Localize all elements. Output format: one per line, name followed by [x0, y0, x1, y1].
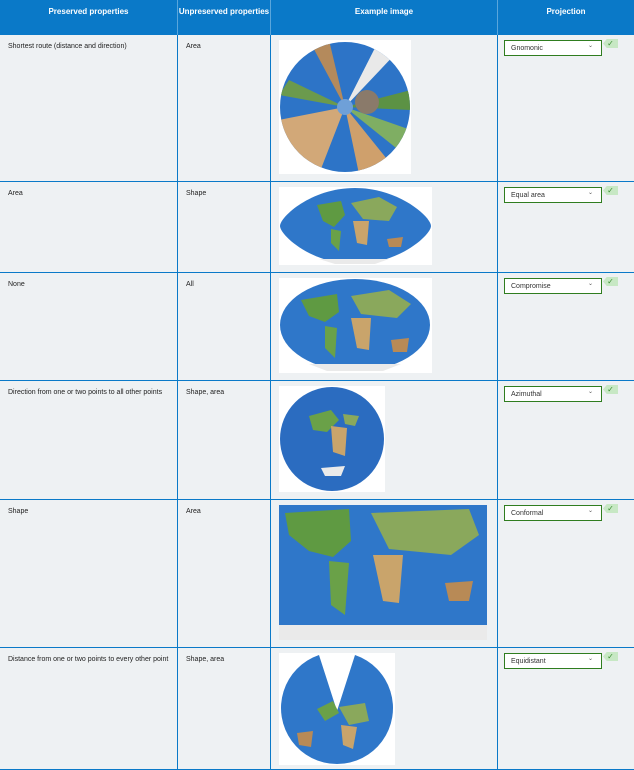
projection-select-value: Conformal	[511, 510, 544, 517]
compromise-map-image	[279, 278, 432, 373]
projection-select-value: Equal area	[511, 192, 545, 199]
chevron-down-icon: ⌄	[587, 508, 593, 514]
cell-example-image	[270, 35, 497, 182]
cell-projection: Compromise ⌄ ✓	[497, 273, 634, 381]
header-preserved: Preserved properties	[0, 0, 177, 35]
cell-preserved: Shortest route (distance and direction)	[0, 35, 177, 182]
projection-select-value: Compromise	[511, 283, 551, 290]
check-icon: ✓	[603, 277, 618, 286]
equidistant-map-image	[279, 653, 395, 765]
cell-unpreserved: Area	[177, 500, 270, 648]
cell-unpreserved: Shape	[177, 182, 270, 273]
cell-preserved: Area	[0, 182, 177, 273]
cell-example-image	[270, 381, 497, 500]
header-projection: Projection	[497, 0, 634, 35]
chevron-down-icon: ⌄	[587, 281, 593, 287]
cell-unpreserved: Shape, area	[177, 381, 270, 500]
cell-preserved: None	[0, 273, 177, 381]
projection-select-value: Equidistant	[511, 658, 546, 665]
check-icon: ✓	[603, 652, 618, 661]
projection-select-value: Gnomonic	[511, 45, 543, 52]
cell-preserved: Direction from one or two points to all …	[0, 381, 177, 500]
cell-projection: Conformal ⌄ ✓	[497, 500, 634, 648]
azimuthal-map-image	[279, 386, 385, 492]
cell-projection: Equal area ⌄ ✓	[497, 182, 634, 273]
check-icon: ✓	[603, 186, 618, 195]
cell-example-image	[270, 182, 497, 273]
cell-example-image	[270, 648, 497, 770]
cell-unpreserved: All	[177, 273, 270, 381]
equal-area-map-image	[279, 187, 432, 265]
cell-preserved: Distance from one or two points to every…	[0, 648, 177, 770]
cell-example-image	[270, 500, 497, 648]
conformal-map-image	[279, 505, 487, 640]
cell-projection: Azimuthal ⌄ ✓	[497, 381, 634, 500]
gnomonic-map-image	[279, 40, 411, 174]
header-unpreserved: Unpreserved properties	[177, 0, 270, 35]
projection-select[interactable]: Conformal ⌄	[504, 505, 602, 521]
projection-select[interactable]: Compromise ⌄	[504, 278, 602, 294]
check-icon: ✓	[603, 39, 618, 48]
chevron-down-icon: ⌄	[587, 656, 593, 662]
cell-unpreserved: Shape, area	[177, 648, 270, 770]
chevron-down-icon: ⌄	[587, 389, 593, 395]
projection-select[interactable]: Equidistant ⌄	[504, 653, 602, 669]
check-icon: ✓	[603, 504, 618, 513]
cell-unpreserved: Area	[177, 35, 270, 182]
check-icon: ✓	[603, 385, 618, 394]
projection-select[interactable]: Equal area ⌄	[504, 187, 602, 203]
projection-select[interactable]: Azimuthal ⌄	[504, 386, 602, 402]
header-example-image: Example image	[270, 0, 497, 35]
projection-select[interactable]: Gnomonic ⌄	[504, 40, 602, 56]
cell-projection: Gnomonic ⌄ ✓	[497, 35, 634, 182]
cell-preserved: Shape	[0, 500, 177, 648]
cell-projection: Equidistant ⌄ ✓	[497, 648, 634, 770]
chevron-down-icon: ⌄	[587, 190, 593, 196]
projection-table: Preserved properties Unpreserved propert…	[0, 0, 634, 770]
projection-select-value: Azimuthal	[511, 391, 542, 398]
chevron-down-icon: ⌄	[587, 43, 593, 49]
cell-example-image	[270, 273, 497, 381]
